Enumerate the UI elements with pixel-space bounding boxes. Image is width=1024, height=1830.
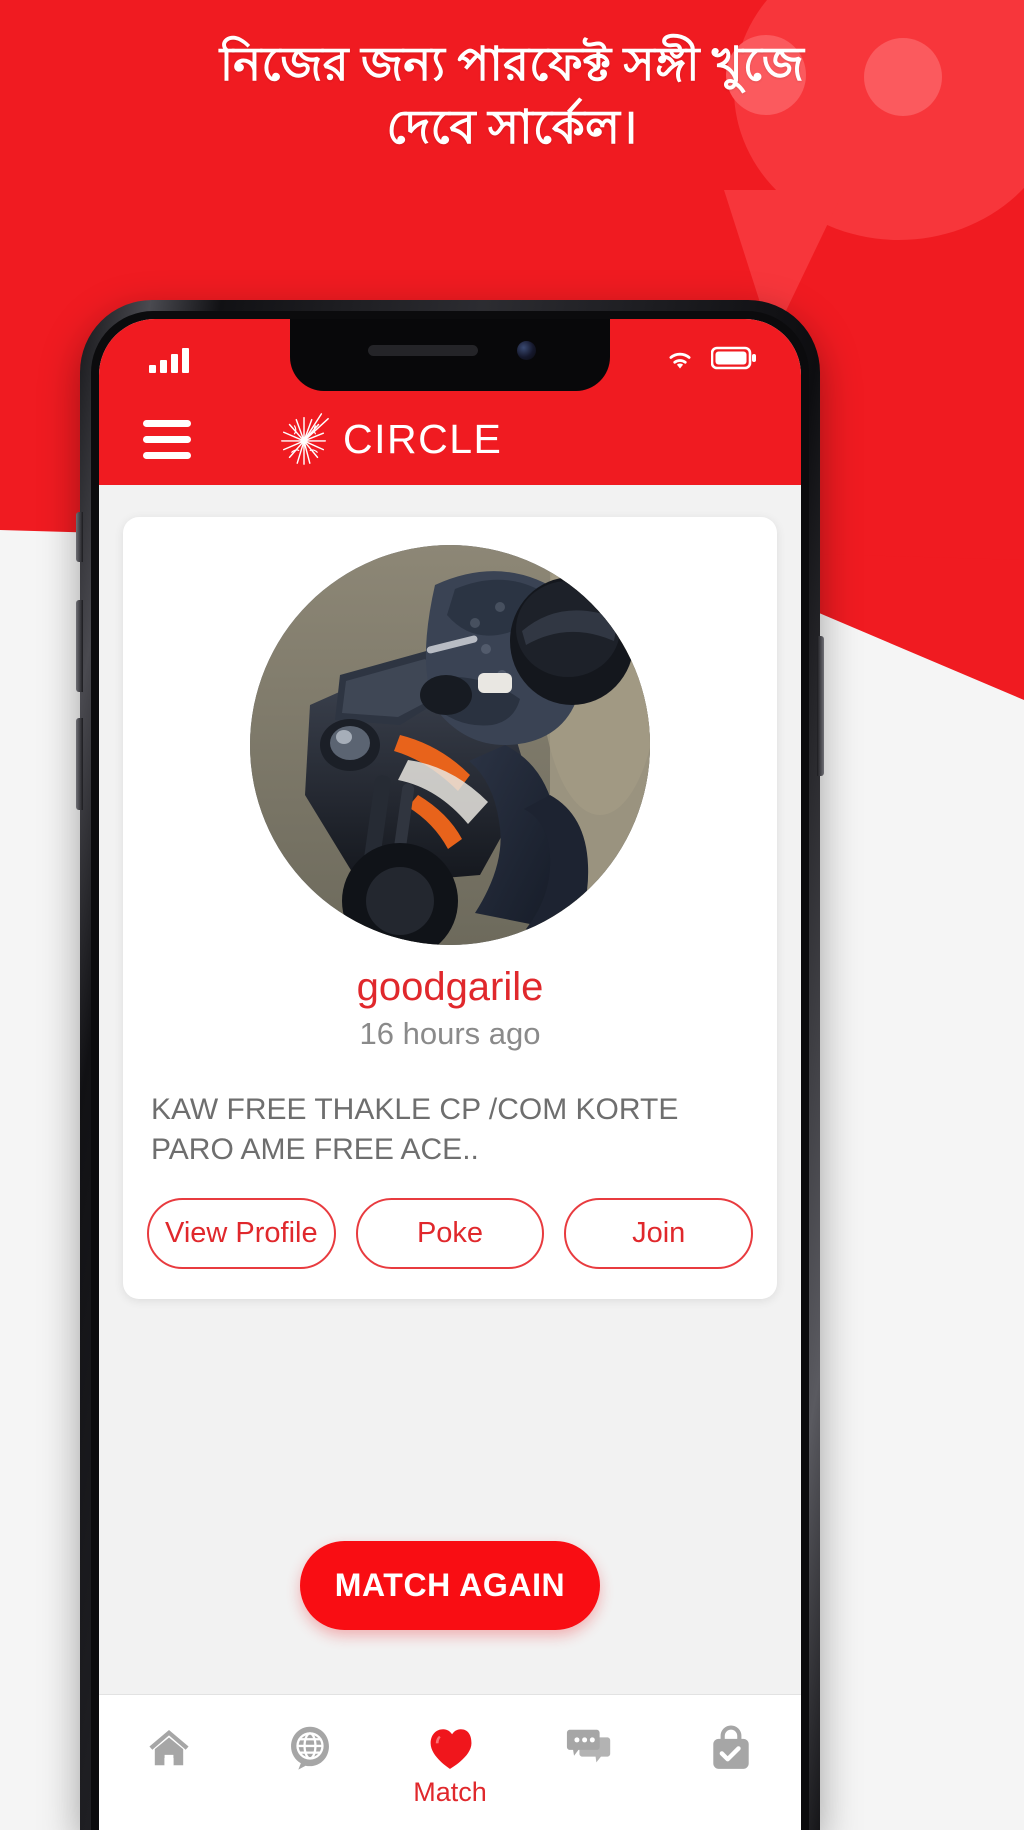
app-header: CIRCLE	[99, 393, 801, 485]
phone-volume-up-button	[76, 600, 83, 692]
motorcycle-rider-photo	[250, 545, 650, 945]
heart-icon	[391, 1721, 509, 1775]
profile-card: goodgarile 16 hours ago KAW FREE THAKLE …	[123, 517, 777, 1300]
nav-shop[interactable]	[672, 1721, 790, 1777]
circle-starburst-logo-icon	[275, 410, 333, 468]
hamburger-menu-icon[interactable]	[143, 419, 191, 459]
brand-logo: CIRCLE	[275, 410, 502, 468]
phone-mockup: CIRCLE goodgarile 16 hours ago KAW FREE …	[76, 300, 824, 1830]
headline-line-2: দেবে সার্কেল।	[386, 101, 638, 154]
home-icon	[110, 1721, 228, 1775]
phone-power-button	[817, 636, 824, 776]
front-camera-icon	[517, 341, 536, 360]
app-content: goodgarile 16 hours ago KAW FREE THAKLE …	[99, 485, 801, 1830]
bottom-navigation: Match	[99, 1694, 801, 1830]
profile-username: goodgarile	[356, 965, 544, 1009]
phone-mute-switch	[76, 512, 83, 562]
phone-volume-down-button	[76, 718, 83, 810]
battery-full-icon	[710, 346, 757, 375]
nav-discover[interactable]	[251, 1721, 369, 1777]
promo-headline: নিজের জন্য পারফেক্ট সঙ্গী খুজে দেবে সার্…	[0, 34, 1024, 160]
match-again-button[interactable]: MATCH AGAIN	[300, 1541, 600, 1630]
poke-button[interactable]: Poke	[355, 1198, 545, 1270]
nav-match-label: Match	[413, 1777, 487, 1807]
join-button[interactable]: Join	[564, 1198, 754, 1270]
headline-line-1: নিজের জন্য পারফেক্ট সঙ্গী খুজে	[219, 39, 805, 91]
brand-name: CIRCLE	[343, 415, 503, 462]
nav-match[interactable]: Match	[391, 1721, 509, 1808]
profile-timestamp: 16 hours ago	[359, 1016, 541, 1051]
shopping-bag-check-icon	[672, 1721, 790, 1775]
earpiece-speaker	[368, 345, 478, 356]
chat-bubbles-icon	[531, 1721, 649, 1775]
globe-bubble-icon	[251, 1721, 369, 1775]
avatar	[250, 545, 650, 945]
signal-bars-icon	[149, 348, 189, 373]
phone-screen: CIRCLE goodgarile 16 hours ago KAW FREE …	[99, 319, 801, 1830]
view-profile-button[interactable]: View Profile	[147, 1198, 336, 1270]
wifi-icon	[663, 345, 697, 376]
nav-home[interactable]	[110, 1721, 228, 1777]
nav-chat[interactable]	[531, 1721, 649, 1777]
profile-actions: View Profile Poke Join	[145, 1198, 755, 1270]
phone-notch	[290, 319, 610, 391]
profile-status-text: KAW FREE THAKLE CP /COM KORTE PARO AME F…	[151, 1093, 679, 1167]
